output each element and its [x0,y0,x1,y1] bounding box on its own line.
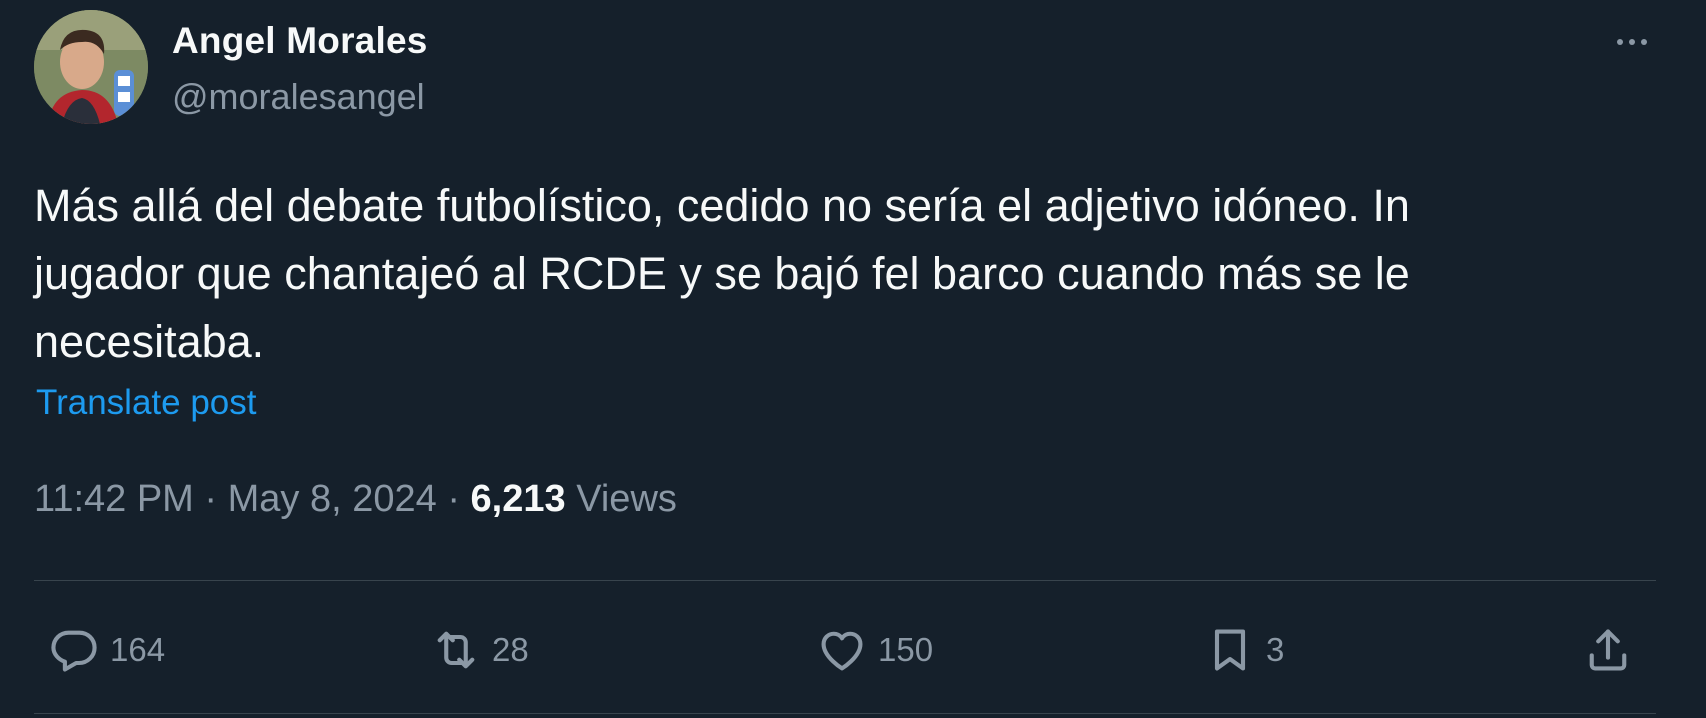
post-text: Más allá del debate futbolístico, cedido… [34,172,1654,376]
heart-icon [816,624,868,676]
share-icon [1582,624,1634,676]
divider [34,713,1656,714]
meta-separator: · [436,478,471,520]
post-time[interactable]: 11:42 PM [34,478,194,520]
translate-post-link[interactable]: Translate post [36,383,256,423]
tweet-card: Angel Morales @moralesangel Más allá del… [0,0,1706,718]
reply-count: 164 [110,631,166,668]
repost-count: 28 [492,631,529,668]
more-options-button[interactable] [1596,20,1668,64]
bookmark-icon [1204,624,1256,676]
repost-button[interactable]: 28 [430,622,529,678]
divider [34,580,1656,581]
author-handle[interactable]: @moralesangel [172,76,425,118]
like-count: 150 [878,631,934,668]
repost-icon [430,624,482,676]
post-text-line: Más allá del debate futbolístico, cedido… [34,180,1410,231]
bookmark-count: 3 [1266,631,1285,668]
like-button[interactable]: 150 [816,622,933,678]
more-horizontal-icon [1614,39,1650,45]
post-text-line: jugador que chantajeó al RCDE y se bajó … [34,248,1410,299]
views-label: Views [576,478,677,520]
author-display-name[interactable]: Angel Morales [172,20,428,62]
post-date[interactable]: May 8, 2024 [228,478,437,520]
views-count: 6,213 [470,478,566,520]
post-text-line: necesitaba. [34,316,265,367]
reply-icon [48,624,100,676]
avatar-image [34,10,148,124]
bookmark-button[interactable]: 3 [1204,622,1284,678]
avatar[interactable] [34,10,148,124]
reply-button[interactable]: 164 [48,622,165,678]
share-button[interactable] [1582,622,1634,678]
meta-separator: · [193,478,228,520]
post-metadata: 11:42 PM · May 8, 2024 · 6,213 Views [34,478,677,521]
